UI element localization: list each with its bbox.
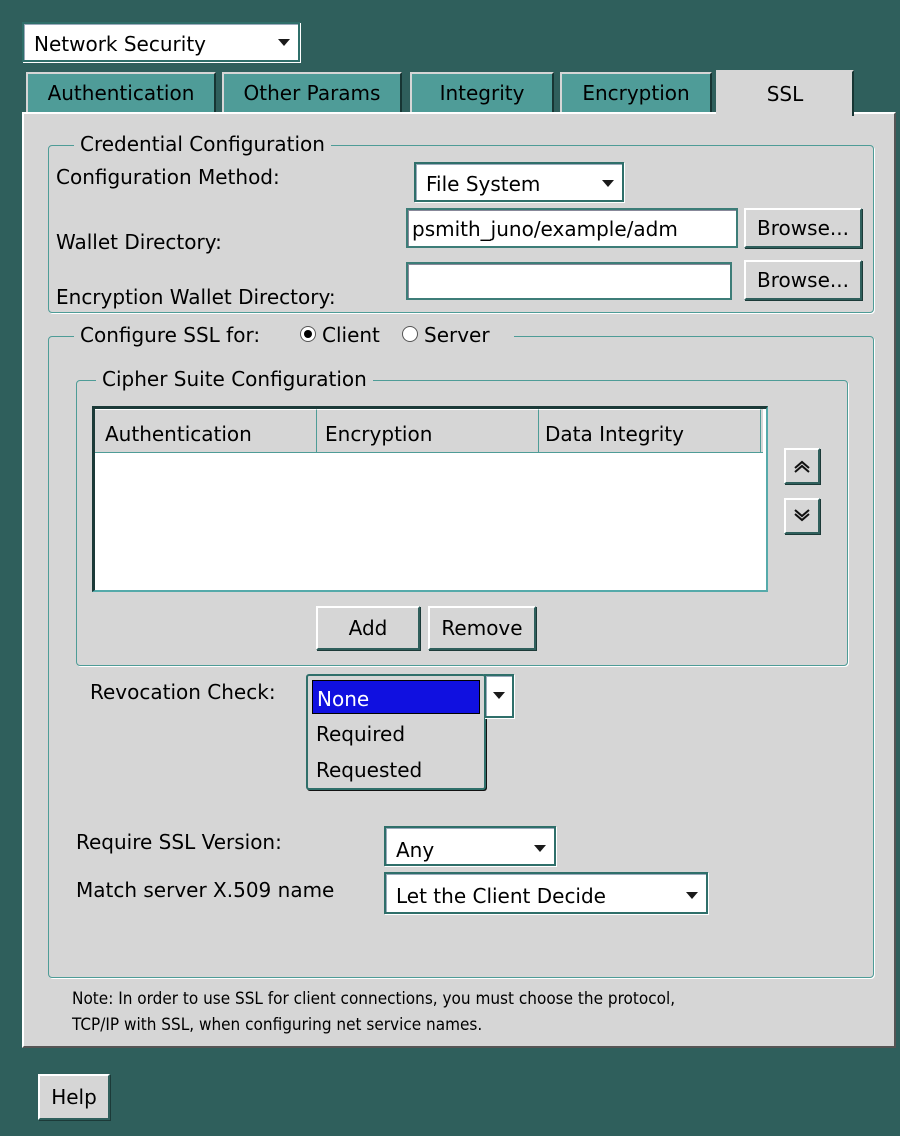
tab-label: Integrity bbox=[439, 81, 525, 105]
browse-label: Browse... bbox=[757, 216, 849, 240]
table-header: Authentication Encryption Data Integrity bbox=[95, 409, 763, 453]
tab-encryption[interactable]: Encryption bbox=[560, 72, 712, 112]
move-down-button[interactable] bbox=[784, 498, 820, 534]
match-server-name-value: Let the Client Decide bbox=[396, 884, 606, 908]
tab-label: Other Params bbox=[243, 81, 381, 105]
column-header-data-integrity[interactable]: Data Integrity bbox=[539, 409, 761, 453]
configuration-method-value: File System bbox=[426, 172, 541, 196]
client-radio-label: Client bbox=[322, 323, 380, 347]
remove-cipher-button[interactable]: Remove bbox=[428, 606, 536, 650]
wallet-directory-value: psmith_juno/example/adm bbox=[412, 217, 678, 241]
server-radio-label: Server bbox=[424, 323, 490, 347]
column-header-label: Encryption bbox=[325, 422, 433, 446]
option-label: None bbox=[317, 687, 370, 711]
revocation-option-required[interactable]: Required bbox=[312, 718, 480, 750]
tab-integrity[interactable]: Integrity bbox=[410, 72, 554, 112]
require-ssl-version-label: Require SSL Version: bbox=[76, 830, 282, 854]
column-header-encryption[interactable]: Encryption bbox=[317, 409, 539, 453]
help-button[interactable]: Help bbox=[38, 1074, 110, 1120]
wallet-browse-button[interactable]: Browse... bbox=[744, 208, 862, 248]
match-server-name-label: Match server X.509 name bbox=[76, 878, 335, 902]
tab-label: SSL bbox=[766, 82, 804, 106]
encryption-wallet-directory-label: Encryption Wallet Directory: bbox=[56, 285, 336, 309]
chevron-down-icon bbox=[278, 39, 290, 46]
revocation-check-label: Revocation Check: bbox=[90, 680, 276, 704]
tab-label: Authentication bbox=[47, 81, 195, 105]
chevron-double-up-icon bbox=[794, 460, 810, 473]
tab-label: Encryption bbox=[582, 81, 690, 105]
note-line-2: TCP/IP with SSL, when configuring net se… bbox=[72, 1015, 483, 1035]
revocation-option-none[interactable]: None bbox=[312, 680, 480, 714]
cipher-suite-table[interactable]: Authentication Encryption Data Integrity bbox=[92, 406, 768, 592]
add-label: Add bbox=[348, 616, 388, 640]
configure-ssl-legend: Configure SSL for: Client Server bbox=[74, 322, 514, 348]
require-ssl-version-value: Any bbox=[396, 838, 435, 862]
category-select-value: Network Security bbox=[34, 32, 206, 56]
revocation-check-toggle[interactable] bbox=[484, 674, 514, 718]
chevron-down-icon bbox=[686, 892, 698, 899]
tab-ssl[interactable]: SSL bbox=[716, 70, 854, 116]
configure-ssl-label: Configure SSL for: bbox=[80, 323, 261, 347]
help-label: Help bbox=[51, 1085, 97, 1109]
encryption-wallet-browse-button[interactable]: Browse... bbox=[744, 260, 862, 300]
add-cipher-button[interactable]: Add bbox=[316, 606, 420, 650]
revocation-check-dropdown-list[interactable]: None Required Requested bbox=[306, 674, 486, 790]
configuration-method-select[interactable]: File System bbox=[414, 162, 624, 202]
move-up-button[interactable] bbox=[784, 448, 820, 484]
client-radio[interactable] bbox=[300, 326, 316, 342]
column-header-authentication[interactable]: Authentication bbox=[95, 409, 317, 453]
server-radio[interactable] bbox=[402, 326, 418, 342]
wallet-directory-label: Wallet Directory: bbox=[56, 230, 222, 254]
browse-label: Browse... bbox=[757, 268, 849, 292]
require-ssl-version-select[interactable]: Any bbox=[384, 826, 556, 866]
chevron-double-down-icon bbox=[794, 509, 810, 522]
tab-authentication[interactable]: Authentication bbox=[26, 72, 216, 112]
category-select[interactable]: Network Security bbox=[22, 22, 300, 62]
chevron-down-icon bbox=[534, 845, 546, 852]
chevron-down-icon bbox=[602, 180, 614, 187]
note-line-1: Note: In order to use SSL for client con… bbox=[72, 989, 676, 1009]
configuration-method-label: Configuration Method: bbox=[56, 165, 280, 189]
column-header-label: Authentication bbox=[105, 422, 252, 446]
credential-legend: Credential Configuration bbox=[74, 134, 331, 154]
encryption-wallet-directory-input[interactable] bbox=[406, 262, 732, 300]
tab-other-params[interactable]: Other Params bbox=[222, 72, 402, 112]
match-server-name-select[interactable]: Let the Client Decide bbox=[384, 872, 708, 914]
cipher-suite-legend: Cipher Suite Configuration bbox=[96, 369, 373, 389]
wallet-directory-input[interactable]: psmith_juno/example/adm bbox=[406, 208, 738, 248]
revocation-option-requested[interactable]: Requested bbox=[312, 754, 480, 786]
option-label: Requested bbox=[316, 758, 423, 782]
column-header-label: Data Integrity bbox=[545, 422, 684, 446]
option-label: Required bbox=[316, 722, 406, 746]
ssl-note: Note: In order to use SSL for client con… bbox=[72, 986, 872, 1038]
chevron-down-icon bbox=[493, 692, 505, 699]
remove-label: Remove bbox=[441, 616, 523, 640]
